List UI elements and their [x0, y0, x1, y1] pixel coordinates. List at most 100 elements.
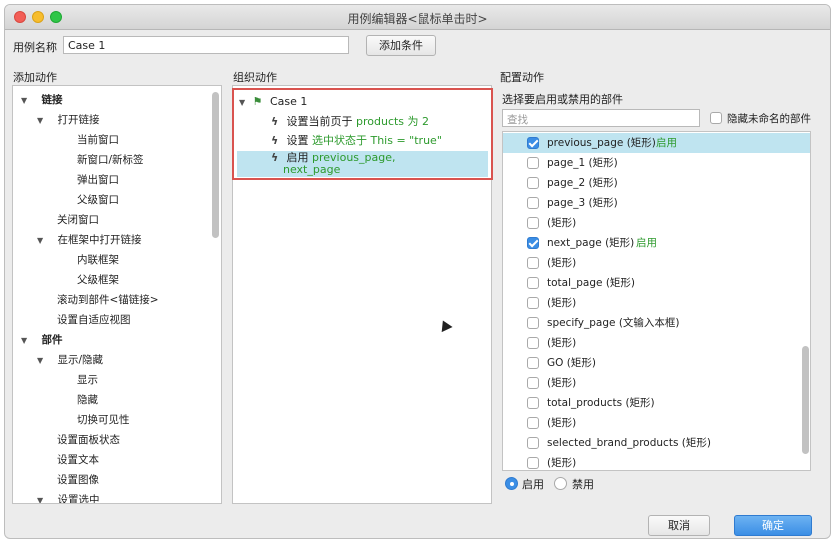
action-tree-item[interactable]: 滚动到部件<锚链接>: [57, 290, 159, 310]
widget-checkbox[interactable]: [527, 197, 539, 209]
widget-list-row[interactable]: (矩形): [503, 453, 810, 470]
action-tree-item-label: 显示: [77, 374, 98, 386]
action-tree-item[interactable]: ▼ 显示/隐藏: [37, 350, 103, 370]
action-tree-item-label: 滚动到部件<锚链接>: [57, 294, 159, 306]
widget-list-row[interactable]: GO (矩形): [503, 353, 810, 373]
action-tree-item[interactable]: 设置图像: [57, 470, 99, 490]
action-tree-item[interactable]: 隐藏: [77, 390, 98, 410]
widget-list: previous_page (矩形) 启用 page_1 (矩形) page_2 (矩…: [502, 131, 811, 471]
window-title: 用例编辑器<鼠标单击时>: [347, 12, 488, 26]
case-name-input[interactable]: Case 1: [63, 36, 349, 54]
action-tree-item[interactable]: ▼ 设置选中: [37, 490, 100, 503]
widget-checkbox[interactable]: [527, 217, 539, 229]
widget-label: (矩形): [547, 257, 577, 269]
add-condition-button[interactable]: 添加条件: [366, 35, 436, 56]
action-tree-item-label: 弹出窗口: [77, 174, 119, 186]
action-tree-item[interactable]: ▼ 打开链接: [37, 110, 100, 130]
action-tree-item[interactable]: 设置面板状态: [57, 430, 120, 450]
expand-triangle-icon[interactable]: ▼: [37, 351, 47, 371]
widget-label: selected_brand_products (矩形): [547, 437, 711, 449]
widget-label: page_3 (矩形): [547, 197, 618, 209]
title-bar: 用例编辑器<鼠标单击时>: [5, 5, 830, 30]
action-tree-item-label: 父级窗口: [77, 194, 119, 206]
action-tree-item[interactable]: 当前窗口: [77, 130, 119, 150]
case-name-label: 用例名称: [13, 41, 57, 54]
action-tree-item[interactable]: ▼ 在框架中打开链接: [37, 230, 142, 250]
cancel-button[interactable]: 取消: [648, 515, 710, 536]
action-tree-item[interactable]: 新窗口/新标签: [77, 150, 144, 170]
action-tree-item-label: 设置面板状态: [57, 434, 120, 446]
configure-subheader: 选择要启用或禁用的部件: [502, 93, 623, 106]
action-tree-item-label: 父级框架: [77, 274, 119, 286]
hide-unnamed-label: 隐藏未命名的部件: [727, 113, 811, 125]
widget-list-row[interactable]: specify_page (文输入本框): [503, 313, 810, 333]
expand-triangle-icon[interactable]: ▼: [37, 491, 47, 503]
widget-list-row[interactable]: previous_page (矩形) 启用: [503, 133, 810, 153]
widget-checkbox[interactable]: [527, 157, 539, 169]
hide-unnamed-checkbox[interactable]: [710, 112, 722, 124]
widget-list-row[interactable]: (矩形): [503, 293, 810, 313]
widget-label: (矩形): [547, 417, 577, 429]
action-tree-item[interactable]: 内联框架: [77, 250, 119, 270]
widget-checkbox[interactable]: [527, 377, 539, 389]
widget-checkbox[interactable]: [527, 437, 539, 449]
widget-checkbox[interactable]: [527, 317, 539, 329]
widget-label: (矩形): [547, 297, 577, 309]
widget-list-scrollbar[interactable]: [802, 346, 809, 454]
widget-checkbox[interactable]: [527, 457, 539, 469]
disable-radio[interactable]: [554, 477, 567, 490]
widget-list-row[interactable]: total_page (矩形): [503, 273, 810, 293]
widget-list-row[interactable]: (矩形): [503, 253, 810, 273]
widget-checkbox[interactable]: [527, 257, 539, 269]
action-tree-item[interactable]: 设置文本: [57, 450, 99, 470]
widget-checkbox[interactable]: [527, 397, 539, 409]
organize-actions-panel: ▼ ⚑ Case 1 ϟ 设置当前页于 products 为 2 ϟ 设置 选中…: [232, 85, 493, 504]
action-tree-item-label: 当前窗口: [77, 134, 119, 146]
action-tree-item[interactable]: 父级窗口: [77, 190, 119, 210]
add-actions-panel: ▼ 链接 ▼ 打开链接当前窗口新窗口/新标签弹出窗口父级窗口关闭窗口 ▼ 在框架中打…: [12, 85, 222, 504]
action-tree-item[interactable]: ▼ 链接: [21, 90, 63, 110]
search-input[interactable]: 查找: [502, 109, 700, 127]
action-tree-item[interactable]: 切换可见性: [77, 410, 130, 430]
expand-triangle-icon[interactable]: ▼: [37, 111, 47, 131]
widget-checkbox[interactable]: [527, 337, 539, 349]
expand-triangle-icon[interactable]: ▼: [21, 331, 31, 351]
action-tree-item-label: 显示/隐藏: [57, 354, 104, 366]
widget-checkbox[interactable]: [527, 297, 539, 309]
action-tree-scrollbar[interactable]: [212, 92, 219, 238]
action-tree-item[interactable]: ▼ 部件: [21, 330, 63, 350]
expand-triangle-icon[interactable]: ▼: [21, 91, 31, 111]
mouse-cursor-icon: [437, 317, 453, 333]
widget-list-row[interactable]: (矩形): [503, 333, 810, 353]
action-tree-item[interactable]: 关闭窗口: [57, 210, 99, 230]
action-tree-item-label: 设置自适应视图: [57, 314, 131, 326]
widget-list-row[interactable]: page_1 (矩形): [503, 153, 810, 173]
widget-list-row[interactable]: (矩形): [503, 373, 810, 393]
organize-actions-header: 组织动作: [233, 71, 277, 84]
widget-list-row[interactable]: total_products (矩形): [503, 393, 810, 413]
action-tree-item-label: 设置文本: [57, 454, 99, 466]
widget-checkbox[interactable]: [527, 417, 539, 429]
widget-list-row[interactable]: selected_brand_products (矩形): [503, 433, 810, 453]
widget-list-row[interactable]: (矩形): [503, 213, 810, 233]
widget-list-row[interactable]: (矩形): [503, 413, 810, 433]
action-tree-item-label: 部件: [41, 334, 63, 346]
ok-button[interactable]: 确定: [734, 515, 812, 536]
widget-checkbox[interactable]: [527, 137, 539, 149]
action-tree-item[interactable]: 父级框架: [77, 270, 119, 290]
widget-checkbox[interactable]: [527, 237, 539, 249]
widget-checkbox[interactable]: [527, 177, 539, 189]
widget-label: total_page (矩形): [547, 277, 636, 289]
widget-list-row[interactable]: next_page (矩形) 启用: [503, 233, 810, 253]
widget-checkbox[interactable]: [527, 357, 539, 369]
expand-triangle-icon[interactable]: ▼: [37, 231, 47, 251]
widget-label: previous_page (矩形): [547, 137, 656, 149]
widget-checkbox[interactable]: [527, 277, 539, 289]
enable-radio[interactable]: [505, 477, 518, 490]
action-tree-item[interactable]: 弹出窗口: [77, 170, 119, 190]
widget-list-row[interactable]: page_2 (矩形): [503, 173, 810, 193]
configure-actions-panel: 选择要启用或禁用的部件 查找 隐藏未命名的部件 previous_page (矩…: [500, 85, 813, 504]
widget-list-row[interactable]: page_3 (矩形): [503, 193, 810, 213]
action-tree-item[interactable]: 显示: [77, 370, 98, 390]
action-tree-item[interactable]: 设置自适应视图: [57, 310, 131, 330]
